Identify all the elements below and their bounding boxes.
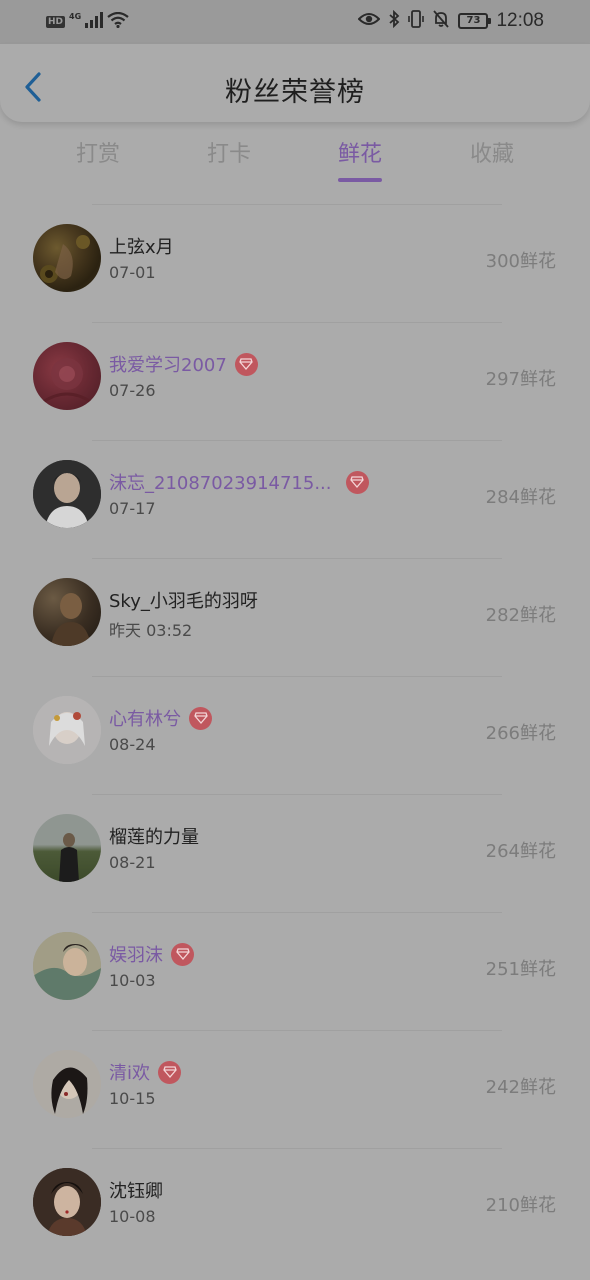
list-item[interactable]: 心有林兮 08-24 266鲜花 bbox=[0, 676, 590, 794]
user-name[interactable]: 沫忘_21087023914715... bbox=[109, 469, 332, 495]
name-line: Sky_小羽毛的羽呀 bbox=[109, 587, 258, 613]
flower-count: 284鲜花 bbox=[485, 487, 556, 508]
ranking-list: 上弦x月 07-01 300鲜花 我爱学习2007 07-26 297鲜花 沫忘… bbox=[0, 204, 590, 1266]
network-type: 4G bbox=[69, 11, 82, 21]
tab-bar: 打赏 打卡 鲜花 收藏 bbox=[30, 136, 560, 186]
user-date: 10-15 bbox=[109, 1089, 156, 1108]
avatar[interactable] bbox=[33, 814, 101, 882]
user-date: 10-08 bbox=[109, 1207, 156, 1226]
status-right: 73 12:08 bbox=[358, 9, 544, 32]
user-name[interactable]: 娱羽沫 bbox=[109, 941, 163, 967]
avatar[interactable] bbox=[33, 578, 101, 646]
vibrate-icon bbox=[408, 10, 425, 32]
user-date: 07-01 bbox=[109, 263, 156, 282]
flower-count: 210鲜花 bbox=[485, 1195, 556, 1216]
user-name[interactable]: 心有林兮 bbox=[109, 705, 181, 731]
list-item[interactable]: Sky_小羽毛的羽呀 昨天 03:52 282鲜花 bbox=[0, 558, 590, 676]
active-tab-indicator bbox=[338, 178, 382, 182]
user-name[interactable]: 清i欢 bbox=[109, 1059, 150, 1085]
name-line: 娱羽沫 bbox=[109, 941, 194, 967]
mute-bell-icon bbox=[432, 10, 450, 32]
name-line: 榴莲的力量 bbox=[109, 823, 199, 849]
flower-count: 297鲜花 bbox=[485, 369, 556, 390]
flower-count: 251鲜花 bbox=[485, 959, 556, 980]
eye-icon bbox=[358, 11, 381, 31]
avatar[interactable] bbox=[33, 1168, 101, 1236]
user-name[interactable]: 沈钰卿 bbox=[109, 1177, 163, 1203]
avatar[interactable] bbox=[33, 696, 101, 764]
name-line: 清i欢 bbox=[109, 1059, 182, 1085]
flower-count: 242鲜花 bbox=[485, 1077, 556, 1098]
tab-favorites[interactable]: 收藏 bbox=[437, 136, 547, 168]
diamond-icon bbox=[189, 706, 212, 730]
name-line: 沈钰卿 bbox=[109, 1177, 163, 1203]
user-date: 07-26 bbox=[109, 381, 156, 400]
tab-checkin[interactable]: 打卡 bbox=[174, 136, 284, 168]
list-item[interactable]: 娱羽沫 10-03 251鲜花 bbox=[0, 912, 590, 1030]
user-date: 10-03 bbox=[109, 971, 156, 990]
name-line: 上弦x月 bbox=[109, 233, 174, 259]
avatar[interactable] bbox=[33, 224, 101, 292]
list-item[interactable]: 沫忘_21087023914715... 07-17 284鲜花 bbox=[0, 440, 590, 558]
battery-indicator: 73 bbox=[458, 13, 492, 29]
avatar[interactable] bbox=[33, 932, 101, 1000]
diamond-icon bbox=[171, 942, 194, 966]
flower-count: 266鲜花 bbox=[485, 723, 556, 744]
diamond-icon bbox=[234, 352, 258, 376]
list-item[interactable]: 我爱学习2007 07-26 297鲜花 bbox=[0, 322, 590, 440]
signal-icon bbox=[85, 12, 104, 32]
user-name[interactable]: 上弦x月 bbox=[109, 233, 174, 259]
wifi-icon bbox=[107, 11, 129, 32]
page-title: 粉丝荣誉榜 bbox=[225, 77, 365, 108]
tab-tips[interactable]: 打赏 bbox=[43, 136, 153, 168]
tab-flowers[interactable]: 鲜花 bbox=[305, 136, 415, 168]
name-line: 我爱学习2007 bbox=[109, 351, 258, 377]
flower-count: 300鲜花 bbox=[485, 251, 556, 272]
name-line: 沫忘_21087023914715... bbox=[109, 469, 369, 495]
avatar[interactable] bbox=[33, 342, 101, 410]
name-line: 心有林兮 bbox=[109, 705, 212, 731]
bluetooth-icon bbox=[388, 9, 400, 32]
user-date: 昨天 03:52 bbox=[109, 621, 193, 640]
diamond-icon bbox=[158, 1060, 182, 1084]
diamond-icon bbox=[345, 470, 369, 494]
list-item[interactable]: 清i欢 10-15 242鲜花 bbox=[0, 1030, 590, 1148]
user-date: 08-24 bbox=[109, 735, 156, 754]
flower-count: 282鲜花 bbox=[485, 605, 556, 626]
user-name[interactable]: 我爱学习2007 bbox=[109, 351, 227, 377]
user-date: 07-17 bbox=[109, 499, 156, 518]
list-item[interactable]: 榴莲的力量 08-21 264鲜花 bbox=[0, 794, 590, 912]
user-name[interactable]: Sky_小羽毛的羽呀 bbox=[109, 587, 258, 613]
avatar[interactable] bbox=[33, 1050, 101, 1118]
header: 粉丝荣誉榜 bbox=[0, 44, 590, 122]
avatar[interactable] bbox=[33, 460, 101, 528]
hd-badge: HD bbox=[46, 16, 66, 28]
flower-count: 264鲜花 bbox=[485, 841, 556, 862]
user-date: 08-21 bbox=[109, 853, 156, 872]
status-time: 12:08 bbox=[496, 10, 544, 31]
list-item[interactable]: 上弦x月 07-01 300鲜花 bbox=[0, 204, 590, 322]
list-item[interactable]: 沈钰卿 10-08 210鲜花 bbox=[0, 1148, 590, 1266]
status-left: HD 4G bbox=[46, 12, 129, 32]
user-name[interactable]: 榴莲的力量 bbox=[109, 823, 199, 849]
status-bar: HD 4G 73 12:08 bbox=[0, 0, 590, 44]
